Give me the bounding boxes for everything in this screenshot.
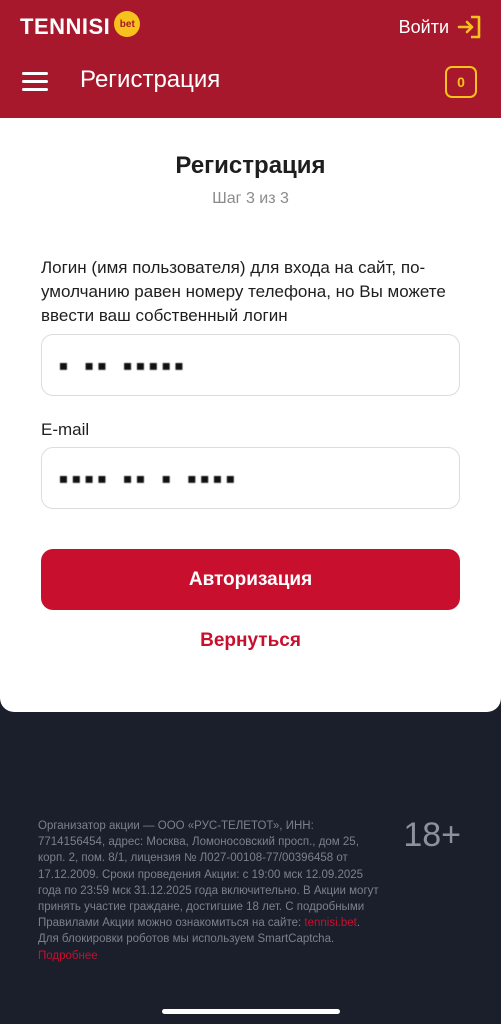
logo-badge: bet [114, 11, 141, 37]
email-input[interactable]: ▪▪▪▪ ▪▪ ▪ ▪▪▪▪ [41, 447, 460, 509]
auth-button[interactable]: Авторизация [41, 549, 460, 610]
top-bar: TENNISI bet Войти Регистрация 0 [0, 0, 501, 118]
more-link[interactable]: Подробнее [38, 950, 98, 962]
menu-icon[interactable] [22, 72, 48, 92]
coupon-count: 0 [457, 74, 465, 90]
step-indicator: Шаг 3 из 3 [212, 190, 289, 207]
header-title: Регистрация [80, 66, 221, 93]
site-link[interactable]: tennisi.bet [304, 917, 356, 929]
login-label: Войти [398, 16, 449, 37]
back-link[interactable]: Вернуться [0, 630, 501, 652]
card-title: Регистрация [175, 152, 326, 179]
login-link[interactable]: Войти [399, 14, 483, 40]
login-value: ▪ ▪▪ ▪▪▪▪▪ [58, 354, 187, 376]
login-input[interactable]: ▪ ▪▪ ▪▪▪▪▪ [41, 334, 460, 396]
logo-text: TENNISI [20, 14, 111, 39]
email-field-label: E-mail [41, 420, 90, 439]
footer-text-part1: Организатор акции — ООО «РУС-ТЕЛЕТОТ», И… [38, 820, 379, 930]
logo[interactable]: TENNISI bet [20, 11, 141, 40]
email-value: ▪▪▪▪ ▪▪ ▪ ▪▪▪▪ [58, 467, 238, 489]
home-indicator [162, 1009, 340, 1014]
coupon-icon[interactable]: 0 [445, 66, 477, 98]
login-arrow-icon [457, 15, 481, 39]
login-field-label: Логин (имя пользователя) для входа на са… [41, 258, 446, 325]
age-restriction-badge: 18+ [403, 816, 461, 854]
registration-card: Регистрация Шаг 3 из 3 Логин (имя пользо… [0, 118, 501, 712]
footer-disclaimer: Организатор акции — ООО «РУС-ТЕЛЕТОТ», И… [38, 818, 383, 964]
